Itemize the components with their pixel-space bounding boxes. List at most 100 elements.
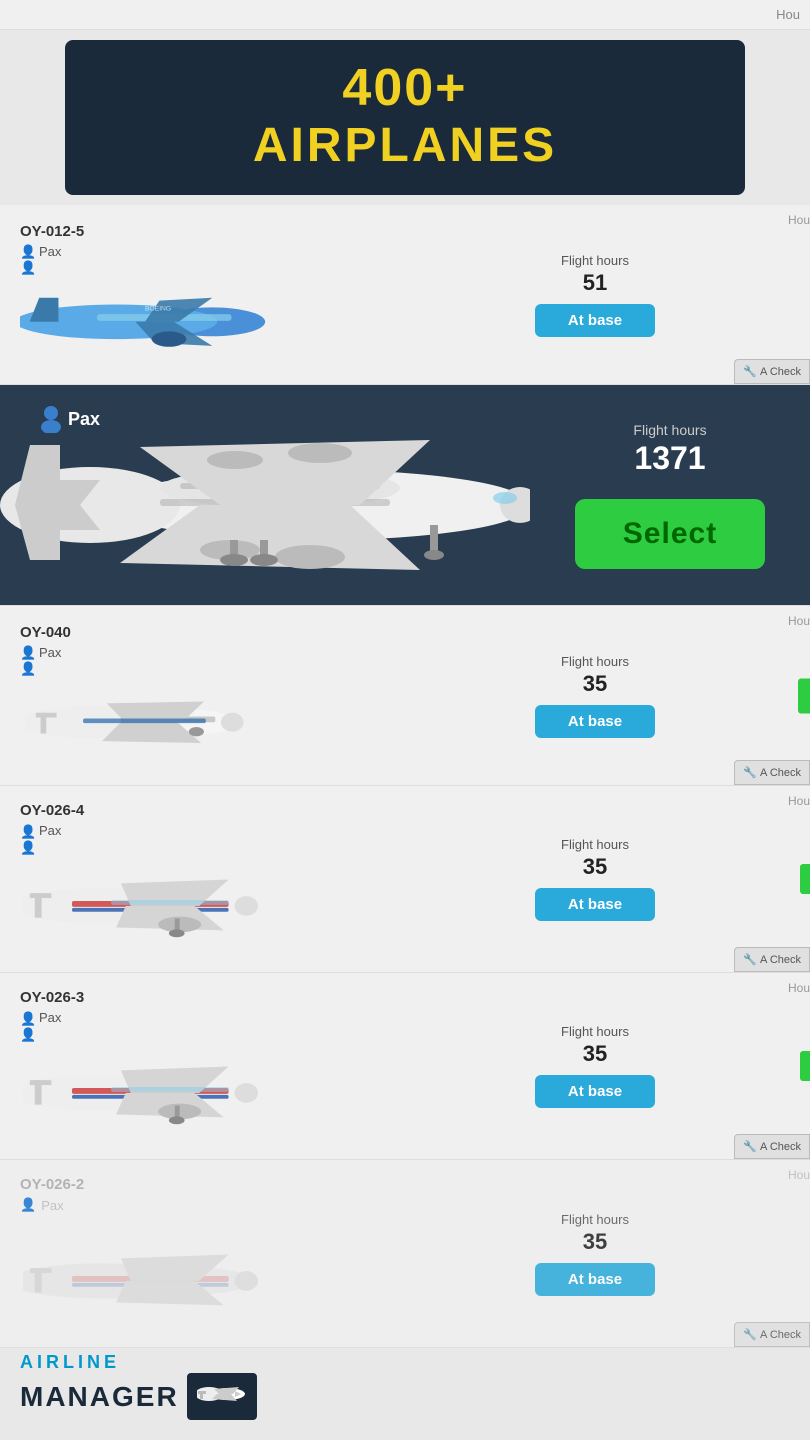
wrench-icon-oy0264: [743, 953, 757, 966]
plane-image-oy040: [20, 668, 250, 768]
type-label-oy0263: Pax: [39, 1010, 61, 1025]
at-base-button-oy0264[interactable]: At base: [535, 888, 655, 921]
airplanes-banner: 400+ AIRPLANES: [65, 40, 745, 195]
a-check-label-oy0263: A Check: [760, 1141, 801, 1153]
airline-manager-logo: AIRLINE MANAGER: [20, 1352, 257, 1420]
plane-image-oy0264: [20, 846, 260, 956]
type-label-oy0264: Pax: [39, 823, 61, 838]
a-check-label-oy0264: A Check: [760, 954, 801, 966]
hours-right-label-oy0262: Hou: [788, 1168, 810, 1182]
person-icon-oy040: 👤: [20, 645, 34, 659]
person-icon-oy0262: 👤: [20, 1197, 36, 1213]
plane-id: OY-012-5: [20, 223, 84, 240]
highlighted-inner: Pax: [0, 385, 810, 605]
wrench-icon: [743, 365, 757, 378]
wrench-icon-oy0263: [743, 1140, 757, 1153]
manager-text: MANAGER: [20, 1381, 179, 1413]
plane-row-highlighted: Pax: [0, 385, 810, 606]
plane-row-oy040: OY-040 👤 Pax: [0, 606, 810, 786]
plane-info-left-oy0262: OY-026-2 👤 Pax: [0, 1160, 380, 1347]
banner-count: 400+: [85, 58, 725, 118]
a-check-button-oy0263[interactable]: A Check: [734, 1134, 810, 1159]
person-icon-oy0263: 👤: [20, 1011, 34, 1025]
banner-title: AIRPLANES: [85, 118, 725, 173]
plane-image-oy0263: [20, 1033, 260, 1143]
highlighted-right: Flight hours 1371 Select: [530, 422, 810, 569]
plane-svg-oy040: [25, 675, 245, 760]
right-edge-oy0262: Hou: [730, 1160, 810, 1317]
flight-hours-value: 51: [583, 270, 607, 296]
plane-type: 👤 Pax: [20, 244, 61, 259]
plane-id-oy040: OY-040: [20, 624, 71, 641]
a-check-label-oy040: A Check: [760, 767, 801, 779]
person-icon: 👤: [20, 244, 34, 258]
at-base-button[interactable]: At base: [535, 304, 655, 337]
flight-hours-value-oy0263: 35: [583, 1041, 607, 1067]
type-label-highlighted: Pax: [68, 409, 100, 430]
flight-hours-value-oy0264: 35: [583, 854, 607, 880]
a-check-button-oy0262[interactable]: A Check: [734, 1322, 810, 1347]
type-label-oy0262: Pax: [41, 1198, 63, 1213]
hours-right-label-top: Hou: [776, 7, 800, 22]
hours-right-label-oy0264: Hou: [788, 794, 810, 808]
plane-info-left-oy0263: OY-026-3 👤 Pax: [0, 973, 380, 1159]
plane-row-oy0263: OY-026-3 👤 Pax: [0, 973, 810, 1160]
plane-list: OY-012-5 👤 Pax: [0, 205, 810, 1348]
right-edge-oy0263: Hou: [730, 973, 810, 1129]
wrench-icon-oy040: [743, 766, 757, 779]
green-dot-oy0263: [800, 1051, 810, 1081]
plane-type-oy040: 👤 Pax: [20, 645, 61, 660]
flight-hours-container: Flight hours 1371: [633, 422, 706, 485]
a-check-label-oy0262: A Check: [760, 1329, 801, 1341]
at-base-button-oy0263[interactable]: At base: [535, 1075, 655, 1108]
plane-id-oy0262: OY-026-2: [20, 1176, 84, 1193]
svg-text:BOEING: BOEING: [145, 305, 171, 312]
wrench-icon-oy0262: [743, 1328, 757, 1341]
plane-svg: BOEING: [20, 272, 270, 362]
plane-svg-oy0263: [23, 1038, 258, 1138]
plane-info-left: OY-012-5 👤 Pax: [0, 207, 380, 383]
plane-svg-oy0264: [23, 851, 258, 951]
pax-label: Pax: [40, 405, 100, 433]
flight-hours-label-oy040: Flight hours: [561, 654, 629, 669]
at-base-button-oy040[interactable]: At base: [535, 705, 655, 738]
flight-hours-value-oy040: 35: [583, 671, 607, 697]
at-base-button-oy0262[interactable]: At base: [535, 1263, 655, 1296]
green-dot-oy040: [798, 678, 810, 713]
plane-type-oy0262: 👤 Pax: [20, 1197, 64, 1213]
flight-hours-label: Flight hours: [561, 253, 629, 268]
plane-image-oy0262: [20, 1221, 260, 1331]
a-check-button-oy040[interactable]: A Check: [734, 760, 810, 785]
flight-hours-label-highlighted: Flight hours: [633, 422, 706, 438]
plane-info-left-oy040: OY-040 👤 Pax: [0, 608, 380, 784]
plane-type-oy0263: 👤 Pax: [20, 1010, 61, 1025]
type-label-oy040: Pax: [39, 645, 61, 660]
flight-hours-label-oy0264: Flight hours: [561, 837, 629, 852]
plane-image: BOEING: [20, 267, 270, 367]
flight-hours-value-oy0262: 35: [583, 1229, 607, 1255]
plane-row: OY-012-5 👤 Pax: [0, 205, 810, 385]
a-check-button-oy0264[interactable]: A Check: [734, 947, 810, 972]
logo-plane-container: [187, 1373, 257, 1420]
green-dot-oy0264: [800, 864, 810, 894]
manager-row: MANAGER: [20, 1373, 257, 1420]
plane-row-oy0262: OY-026-2 👤 Pax: [0, 1160, 810, 1348]
plane-info-left-oy0264: OY-026-4 👤 Pax: [0, 786, 380, 972]
a-check-label: A Check: [760, 366, 801, 378]
flight-hours-value-highlighted: 1371: [633, 440, 706, 477]
plane-row-oy0264: OY-026-4 👤 Pax: [0, 786, 810, 973]
partial-top-row: Hou: [0, 0, 810, 30]
hours-right-label-oy0263: Hou: [788, 981, 810, 995]
right-edge: Hou: [730, 205, 810, 384]
flight-hours-label-oy0263: Flight hours: [561, 1024, 629, 1039]
logo-text: AIRLINE MANAGER: [20, 1352, 257, 1420]
hours-right-label: Hou: [788, 213, 810, 227]
person-icon-svg: [40, 405, 62, 433]
a-check-button[interactable]: A Check: [734, 359, 810, 384]
hours-right-label-oy040: Hou: [788, 614, 810, 628]
logo-plane-icon: [197, 1379, 247, 1409]
select-button[interactable]: Select: [575, 499, 765, 569]
type-label: Pax: [39, 244, 61, 259]
person-icon-oy0264: 👤: [20, 824, 34, 838]
plane-id-oy0263: OY-026-3: [20, 989, 84, 1006]
